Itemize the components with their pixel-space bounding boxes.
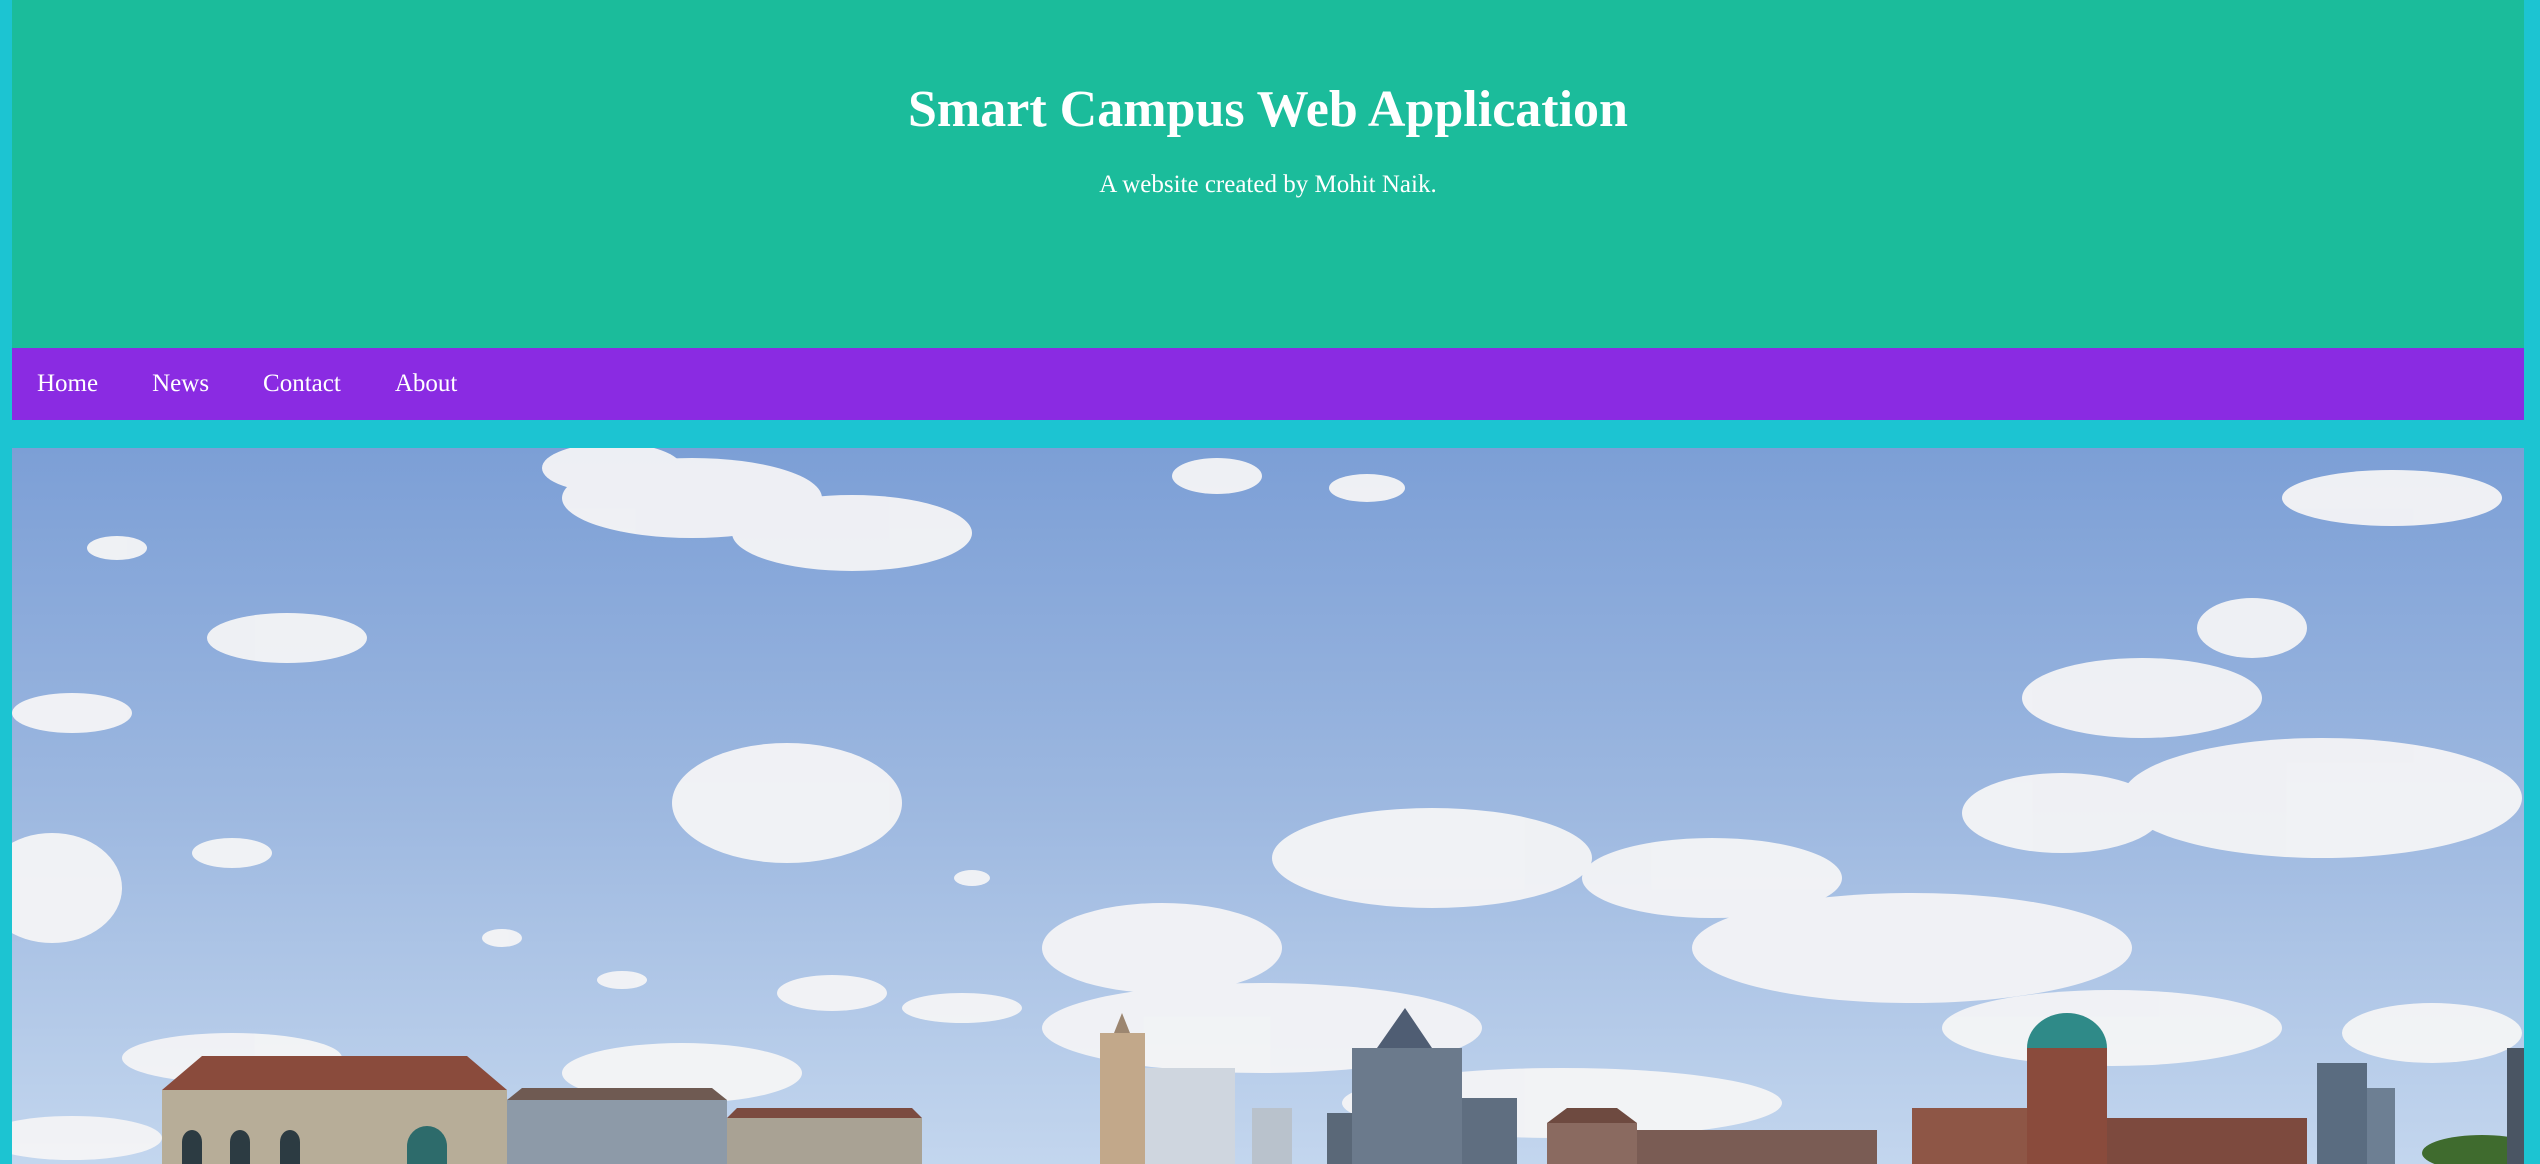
page-title: Smart Campus Web Application xyxy=(908,81,1628,138)
site-header: Smart Campus Web Application A website c… xyxy=(12,0,2524,348)
top-navigation: Home News Contact About xyxy=(12,348,2524,420)
nav-item-news[interactable]: News xyxy=(127,348,234,420)
page-subtitle: A website created by Mohit Naik. xyxy=(1099,171,1437,198)
nav-item-about[interactable]: About xyxy=(370,348,483,420)
hero-campus-image xyxy=(12,448,2524,1164)
nav-item-home[interactable]: Home xyxy=(12,348,123,420)
nav-item-contact[interactable]: Contact xyxy=(238,348,366,420)
campus-skyline-illustration xyxy=(12,448,2524,1164)
